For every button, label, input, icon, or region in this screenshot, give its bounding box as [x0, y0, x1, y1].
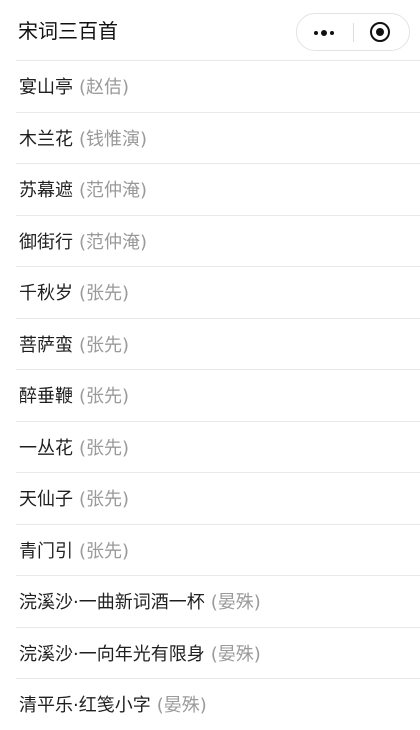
list-item[interactable]: 一丛花 (张先): [16, 420, 420, 473]
poem-title: 苏幕遮: [19, 180, 73, 202]
poem-title: 青门引: [19, 540, 73, 562]
poem-title: 御街行: [19, 231, 73, 253]
list-item[interactable]: 浣溪沙·一曲新词酒一杯 (晏殊): [16, 575, 420, 627]
poem-title: 天仙子: [19, 489, 73, 511]
poem-title: 醉垂鞭: [19, 386, 73, 408]
poem-title: 清平乐·红笺小字: [19, 695, 151, 717]
poem-title: 宴山亭: [19, 77, 73, 99]
list-item[interactable]: 醉垂鞭 (张先): [16, 369, 420, 421]
poem-author: (张先): [79, 283, 130, 305]
poem-author: (晏殊): [210, 643, 261, 665]
close-button[interactable]: [354, 14, 410, 50]
navigation-bar: 宋词三百首: [0, 0, 420, 60]
poem-title: 木兰花: [19, 128, 73, 150]
list-item[interactable]: 天仙子 (张先): [16, 472, 420, 524]
list-item[interactable]: 菩萨蛮 (张先): [16, 317, 420, 370]
poem-title: 浣溪沙·一曲新词酒一杯: [19, 592, 205, 614]
target-circle-icon-core: [376, 28, 384, 36]
poem-author: (张先): [79, 489, 130, 511]
poem-title: 一丛花: [19, 437, 73, 459]
poem-title: 菩萨蛮: [19, 334, 73, 356]
list-item[interactable]: 千秋岁 (张先): [16, 266, 420, 318]
poem-author: (范仲淹): [79, 180, 148, 202]
poem-author: (晏殊): [156, 695, 207, 717]
poem-title: 千秋岁: [19, 283, 73, 305]
poem-title: 浣溪沙·一向年光有限身: [19, 643, 205, 665]
page-title: 宋词三百首: [18, 19, 118, 43]
list-item[interactable]: 苏幕遮 (范仲淹): [16, 163, 420, 215]
poem-author: (范仲淹): [79, 231, 148, 253]
list-item[interactable]: 御街行 (范仲淹): [16, 214, 420, 267]
more-dots-icon: [314, 30, 318, 35]
poem-author: (张先): [79, 437, 130, 459]
more-dots-icon: [321, 29, 327, 36]
poem-author: (张先): [79, 334, 130, 356]
poem-author: (张先): [79, 540, 130, 562]
mini-program-capsule: [296, 13, 410, 51]
list-item[interactable]: 宴山亭 (赵佶): [16, 60, 420, 112]
list-item[interactable]: 浣溪沙·一向年光有限身 (晏殊): [16, 626, 420, 679]
poem-author: (赵佶): [79, 77, 130, 99]
list-item[interactable]: 木兰花 (钱惟演): [16, 111, 420, 164]
list-item[interactable]: 青门引 (张先): [16, 523, 420, 576]
poem-list: 宴山亭 (赵佶) 木兰花 (钱惟演) 苏幕遮 (范仲淹) 御街行 (范仲淹) 千…: [0, 60, 420, 730]
poem-author: (钱惟演): [79, 128, 148, 150]
poem-author: (晏殊): [210, 592, 261, 614]
poem-author: (张先): [79, 386, 130, 408]
more-dots-icon: [330, 30, 334, 35]
more-button[interactable]: [297, 14, 353, 50]
